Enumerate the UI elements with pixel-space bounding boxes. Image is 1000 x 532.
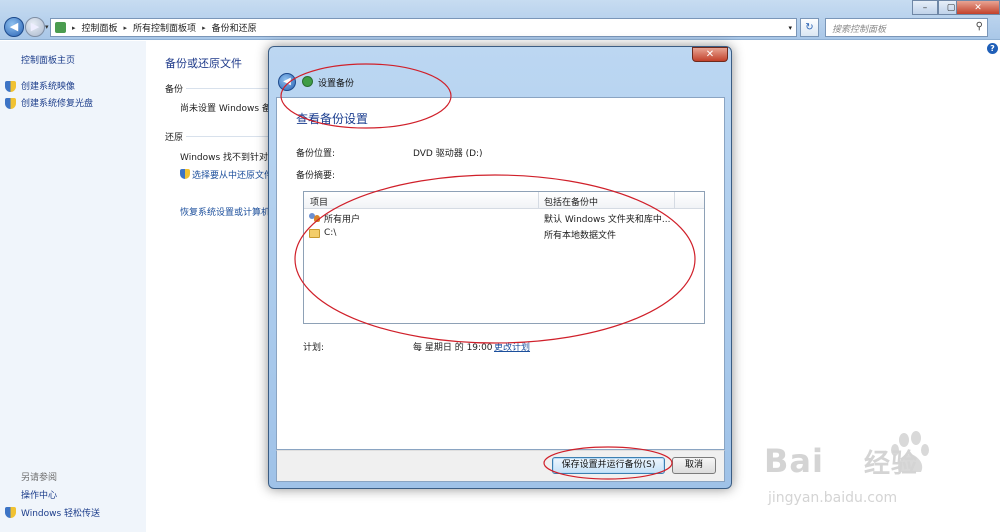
watermark-url: jingyan.baidu.com (768, 490, 898, 506)
dialog-close-button[interactable]: ✕ (692, 47, 728, 62)
column-header-included[interactable]: 包括在备份中 (544, 195, 598, 208)
backup-summary-label: 备份摘要: (296, 171, 336, 181)
forward-button[interactable]: ▶ (25, 17, 45, 37)
see-also-heading: 另请参阅 (21, 473, 58, 483)
dialog-heading: 查看备份设置 (296, 112, 369, 126)
users-icon (309, 212, 321, 223)
left-navigation-pane: 控制面板主页 创建系统映像 创建系统修复光盘 另请参阅 操作中心 Windows… (0, 41, 146, 532)
column-divider[interactable] (674, 192, 675, 209)
table-row[interactable]: 所有用户 默认 Windows 文件夹和库中... (304, 210, 704, 226)
restore-files-link[interactable]: 选择要从中还原文件 (192, 168, 273, 181)
page-title: 备份或还原文件 (165, 57, 242, 70)
breadcrumb-all-items[interactable]: 所有控制面板项 (133, 21, 196, 34)
breadcrumb-separator-icon: ▸ (123, 23, 128, 32)
backup-location-label: 备份位置: (296, 149, 336, 159)
backup-location-value: DVD 驱动器 (D:) (413, 149, 483, 159)
help-icon[interactable]: ? (987, 43, 998, 54)
recover-system-link[interactable]: 恢复系统设置或计算机 (180, 205, 270, 218)
control-panel-home-link[interactable]: 控制面板主页 (21, 53, 75, 66)
address-toolbar: ◀ ▶ ▾ ▸ 控制面板 ▸ 所有控制面板项 ▸ 备份和还原 ▾ ↻ 搜索控制面… (0, 0, 1000, 40)
row-item-name: C:\ (324, 228, 337, 238)
back-arrow-icon[interactable]: ◀ (278, 73, 296, 91)
back-button[interactable]: ◀ (4, 17, 24, 37)
breadcrumb-separator-icon: ▸ (202, 23, 206, 32)
setup-backup-dialog: ✕ ◀ 设置备份 查看备份设置 备份位置: DVD 驱动器 (D:) 备份摘要:… (268, 46, 732, 489)
folder-icon (309, 229, 320, 238)
windows-easy-transfer-link[interactable]: Windows 轻松传送 (21, 506, 100, 519)
dialog-app-title: 设置备份 (318, 79, 355, 89)
watermark-brand: Bai (764, 442, 824, 480)
search-input[interactable]: 搜索控制面板 ⚲ (825, 18, 988, 37)
watermark-brand-cn: 经验 (863, 449, 918, 479)
change-schedule-link[interactable]: 更改计划 (494, 340, 530, 353)
create-repair-disc-link[interactable]: 创建系统修复光盘 (21, 96, 93, 109)
shield-icon (5, 81, 16, 92)
create-system-image-link[interactable]: 创建系统映像 (21, 79, 75, 92)
backup-status-text: 尚未设置 Windows 备 (180, 104, 271, 114)
control-panel-icon (55, 22, 66, 33)
shield-icon (5, 98, 16, 109)
refresh-button[interactable]: ↻ (800, 18, 819, 37)
row-included-value: 默认 Windows 文件夹和库中... (544, 215, 671, 225)
save-and-run-backup-button[interactable]: 保存设置并运行备份(S) (552, 457, 665, 474)
address-dropdown-icon[interactable]: ▾ (788, 24, 792, 32)
breadcrumb-control-panel[interactable]: 控制面板 (82, 21, 118, 34)
backup-section-label: 备份 (165, 85, 184, 95)
column-divider[interactable] (538, 192, 539, 209)
list-header: 项目 包括在备份中 (304, 192, 704, 209)
restore-status-text: Windows 找不到针对 (180, 153, 269, 163)
baidu-watermark: Bai 经验 jingyan.baidu.com (764, 428, 984, 518)
row-item-name: 所有用户 (324, 215, 361, 225)
shield-icon (5, 507, 16, 518)
schedule-value: 每 星期日 的 19:00 (413, 343, 493, 353)
minimize-button[interactable]: – (912, 0, 938, 15)
restore-section-label: 还原 (165, 133, 184, 143)
cancel-button[interactable]: 取消 (672, 457, 716, 474)
address-bar[interactable]: ▸ 控制面板 ▸ 所有控制面板项 ▸ 备份和还原 ▾ (50, 18, 797, 37)
search-icon[interactable]: ⚲ (976, 21, 983, 32)
backup-summary-list[interactable]: 项目 包括在备份中 所有用户 默认 Windows 文件夹和库中... C:\ … (303, 191, 705, 324)
search-placeholder: 搜索控制面板 (832, 25, 887, 35)
shield-icon (180, 169, 190, 179)
action-center-link[interactable]: 操作中心 (21, 488, 57, 501)
divider (186, 136, 276, 137)
window-close-button[interactable]: ✕ (956, 0, 1000, 15)
table-row[interactable]: C:\ 所有本地数据文件 (304, 226, 704, 242)
row-included-value: 所有本地数据文件 (544, 231, 617, 241)
column-header-item[interactable]: 项目 (310, 195, 328, 208)
breadcrumb-separator-icon: ▸ (72, 23, 76, 32)
schedule-label: 计划: (303, 343, 325, 353)
divider (186, 88, 276, 89)
backup-app-icon (302, 76, 313, 87)
breadcrumb-backup-restore[interactable]: 备份和还原 (212, 21, 257, 34)
recent-pages-dropdown-icon[interactable]: ▾ (45, 23, 49, 31)
